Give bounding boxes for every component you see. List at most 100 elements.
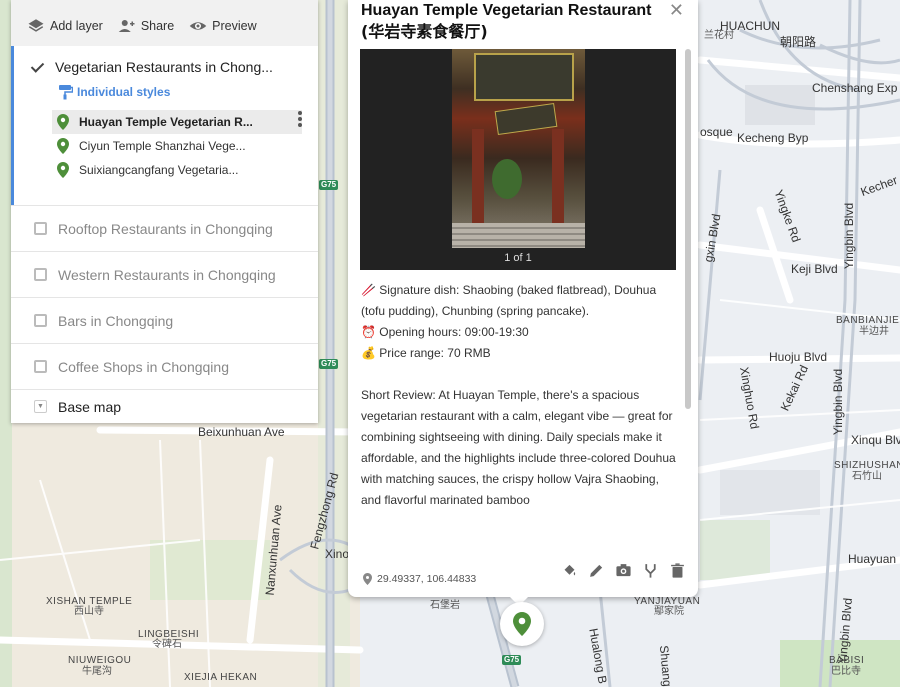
chevron-down-icon[interactable]: ▼ (34, 400, 47, 413)
map-label-yingbin-blvd: Yingbin Blvd (842, 202, 857, 270)
map-label-shuang: Shuang (656, 644, 675, 687)
map-label-yanjiayuan-cn: 鄢家院 (654, 606, 684, 617)
pencil-icon[interactable] (588, 562, 605, 579)
highway-shield: G75 (319, 180, 339, 190)
map-label-babisi-cn: 巴比寺 (831, 666, 861, 677)
add-layer-label: Add layer (50, 19, 103, 33)
individual-styles-label: Individual styles (77, 85, 171, 99)
highway-shield: G75 (502, 655, 522, 665)
preview-button[interactable]: Preview (189, 17, 257, 35)
scrollbar[interactable] (685, 49, 691, 409)
temple-photo[interactable] (452, 49, 585, 248)
signature-dish-text: 🥢 Signature dish: Shaobing (baked flatbr… (361, 283, 657, 318)
map-label-keji-blvd: Keji Blvd (791, 262, 838, 276)
layer-title: Rooftop Restaurants in Chongqing (58, 220, 273, 237)
directions-icon[interactable] (642, 562, 659, 579)
layer-header: Vegetarian Restaurants in Chong... (14, 56, 318, 78)
eye-icon (189, 22, 207, 30)
share-label: Share (140, 19, 175, 33)
place-info-popup: Huayan Temple Vegetarian Restaurant (华岩寺… (348, 0, 698, 597)
feature-name: Ciyun Temple Shanzhai Vege... (79, 139, 246, 153)
base-map-row[interactable]: ▼ Base map (11, 389, 318, 423)
selected-marker[interactable] (500, 602, 544, 646)
layer-western[interactable]: Western Restaurants in Chongqing (11, 251, 318, 297)
paint-roller-icon (59, 85, 73, 100)
map-pin-icon (57, 138, 69, 154)
layers-panel: Add layer Share Preview Vegetarian Resta… (11, 0, 318, 423)
base-map-label: Base map (58, 398, 122, 415)
map-label-niuweigou: NIUWEIGOU (68, 655, 132, 666)
layer-visibility-checkbox[interactable] (34, 360, 47, 373)
map-pin-icon (513, 612, 531, 636)
share-button[interactable]: Share (118, 17, 174, 35)
feature-item-ciyun[interactable]: Ciyun Temple Shanzhai Vege... (52, 134, 302, 158)
feature-item-suixiangcangfang[interactable]: Suixiangcangfang Vegetaria... (52, 158, 302, 182)
place-title: Huayan Temple Vegetarian Restaurant (华岩寺… (361, 0, 661, 42)
map-label-kecheng-byp: Kecheng Byp (737, 131, 809, 145)
layer-visibility-checkbox[interactable] (34, 314, 47, 327)
camera-icon[interactable] (615, 562, 632, 579)
map-label-shizhushan: SHIZHUSHAN (834, 460, 900, 471)
layer-rooftop[interactable]: Rooftop Restaurants in Chongqing (11, 205, 318, 251)
map-label-shibaoyan-cn: 石堡岩 (430, 600, 460, 611)
map-label-xiejia-hekan: XIEJIA HEKAN (184, 672, 258, 683)
map-pin-icon (57, 162, 69, 178)
map-label-beixunhuan-ave: Beixunhuan Ave (198, 425, 285, 439)
trash-icon[interactable] (669, 562, 686, 579)
feature-name: Suixiangcangfang Vegetaria... (79, 163, 239, 177)
map-label-lingbeishi-cn: 令碑石 (152, 639, 182, 650)
place-title-en: Huayan Temple Vegetarian Restaurant (361, 2, 652, 19)
preview-label: Preview (212, 19, 257, 33)
layer-title: Coffee Shops in Chongqing (58, 358, 229, 375)
close-icon[interactable]: ✕ (669, 0, 684, 21)
layer-title[interactable]: Vegetarian Restaurants in Chong... (55, 59, 275, 75)
map-label-shizhushan-cn: 石竹山 (852, 471, 882, 482)
map-label-xino: Xino (325, 547, 350, 561)
map-label-huoju-blvd: Huoju Blvd (769, 350, 828, 364)
layer-title: Western Restaurants in Chongqing (58, 266, 276, 283)
layer-options-icon[interactable] (298, 111, 302, 127)
map-label-huachun-cn: 兰花村 (704, 30, 734, 41)
feature-item-huayan[interactable]: Huayan Temple Vegetarian R... (52, 110, 302, 134)
layer-coffee-shops[interactable]: Coffee Shops in Chongqing (11, 343, 318, 389)
map-label-babisi: BABISI (829, 655, 865, 666)
highway-shield: G75 (319, 359, 339, 369)
review-text: Short Review: At Huayan Temple, there's … (361, 388, 676, 507)
description[interactable]: 🥢 Signature dish: Shaobing (baked flatbr… (361, 280, 679, 554)
map-pin-icon (57, 114, 69, 130)
map-label-banbianjie: BANBIANJIE (836, 315, 900, 326)
feature-name: Huayan Temple Vegetarian R... (79, 115, 253, 129)
opening-hours-text: ⏰ Opening hours: 09:00-19:30 (361, 325, 529, 339)
map-label-banbianjie-cn: 半边井 (859, 326, 889, 337)
add-layer-button[interactable]: Add layer (27, 17, 103, 35)
layer-title: Bars in Chongqing (58, 312, 174, 329)
coordinates: 29.49337, 106.44833 (363, 573, 476, 585)
map-label-niuweigou-cn: 牛尾沟 (82, 666, 112, 677)
individual-styles-link[interactable]: Individual styles (59, 84, 318, 100)
map-label-chaoyang-rd: 朝阳路 (780, 35, 817, 49)
map-label-yingbin-blvd-2: Yingbin Blvd (831, 368, 846, 436)
layers-toolbar: Add layer Share Preview (11, 0, 318, 46)
map-label-xishan-temple-cn: 西山寺 (74, 606, 104, 617)
map-label-chenshang-exp: Chenshang Exp (812, 81, 898, 95)
map-label-huayuan: Huayuan (848, 552, 897, 566)
coordinates-text: 29.49337, 106.44833 (377, 573, 477, 585)
layer-bars[interactable]: Bars in Chongqing (11, 297, 318, 343)
popup-actions (561, 562, 686, 579)
map-label-osque: osque (700, 125, 733, 139)
feature-list: Huayan Temple Vegetarian R... Ciyun Temp… (14, 110, 318, 182)
layers-icon (28, 19, 44, 32)
person-add-icon (118, 20, 135, 32)
map-label-xinqu-blvd: Xinqu Blvd (851, 433, 900, 447)
price-range-text: 💰 Price range: 70 RMB (361, 346, 491, 360)
layer-visibility-checkbox[interactable] (34, 268, 47, 281)
place-title-cn: (华岩寺素食餐厅) (361, 22, 488, 41)
layer-visibility-checkbox[interactable] (34, 222, 47, 235)
photo-viewer[interactable]: 1 of 1 (360, 49, 676, 270)
photo-counter: 1 of 1 (504, 252, 532, 264)
location-pin-icon (363, 573, 372, 585)
layer-visibility-checkbox[interactable] (31, 61, 44, 74)
paint-bucket-icon[interactable] (561, 562, 578, 579)
active-layer: Vegetarian Restaurants in Chong... Indiv… (11, 46, 318, 205)
